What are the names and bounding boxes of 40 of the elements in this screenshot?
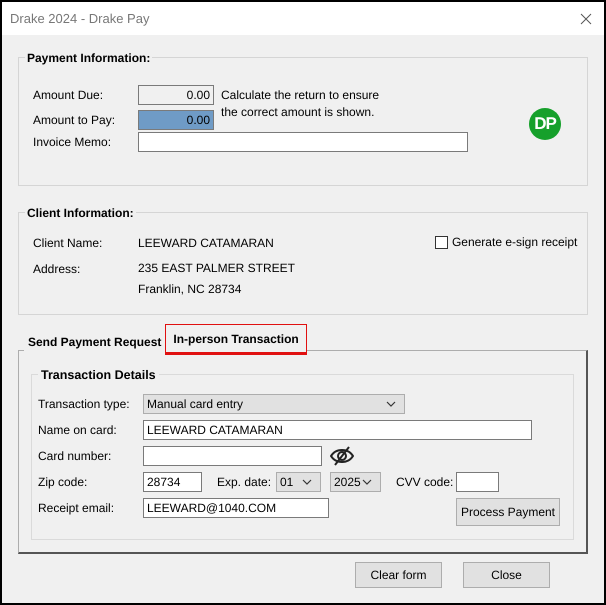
receipt-email-field[interactable]: LEEWARD@1040.COM xyxy=(143,498,329,518)
transaction-type-dropdown[interactable]: Manual card entry xyxy=(143,394,405,414)
dialog-button[interactable]: Close xyxy=(463,562,550,588)
chevron-down-icon xyxy=(362,479,372,485)
checkbox-label: Generate e-sign receipt xyxy=(452,234,578,251)
eye-slash-icon[interactable] xyxy=(330,446,354,466)
chevron-down-icon xyxy=(302,479,312,485)
close-icon[interactable] xyxy=(580,12,592,24)
field-label: Invoice Memo: xyxy=(33,134,112,151)
field-label: Client Name: xyxy=(33,235,104,252)
note-text: Calculate the return to ensure the correct amount is shown. xyxy=(221,87,380,121)
invoice-memo-field[interactable] xyxy=(138,132,468,152)
client-name: LEEWARD CATAMARAN xyxy=(138,235,274,252)
address-line: Franklin, NC 28734 xyxy=(138,281,242,298)
year-dropdown[interactable]: 2025 xyxy=(330,472,381,492)
process-payment-button[interactable]: Process Payment xyxy=(456,498,560,526)
field-label: Address: xyxy=(33,261,82,278)
field-label: Card number: xyxy=(38,448,112,465)
field-label: Amount Due: xyxy=(33,87,104,104)
amount-to-pay-field[interactable]: 0.00 xyxy=(138,110,214,130)
card-number-field[interactable] xyxy=(143,446,322,466)
address-line: 235 EAST PALMER STREET xyxy=(138,260,295,277)
field-label: Amount to Pay: xyxy=(33,112,116,129)
amount-due-field: 0.00 xyxy=(138,85,214,105)
tab[interactable]: In-person Transaction xyxy=(165,324,307,355)
field-label: Receipt email: xyxy=(38,500,116,517)
field-label: Zip code: xyxy=(38,474,88,491)
field-label: Transaction type: xyxy=(38,396,131,413)
dialog-button[interactable]: Clear form xyxy=(355,562,442,588)
window-title: Drake 2024 - Drake Pay xyxy=(10,10,150,28)
field-label: CVV code: xyxy=(396,474,454,491)
month-dropdown[interactable]: 01 xyxy=(276,472,321,492)
field-label: Name on card: xyxy=(38,422,118,439)
checkbox[interactable] xyxy=(434,236,448,248)
chevron-down-icon xyxy=(386,401,396,407)
zip-code-field[interactable]: 28734 xyxy=(143,472,202,492)
name-on-card-field[interactable]: LEEWARD CATAMARAN xyxy=(143,420,532,440)
field-label: Exp. date: xyxy=(217,474,272,491)
logo-icon: DP xyxy=(529,108,561,140)
cvv-code-field[interactable] xyxy=(456,472,499,492)
